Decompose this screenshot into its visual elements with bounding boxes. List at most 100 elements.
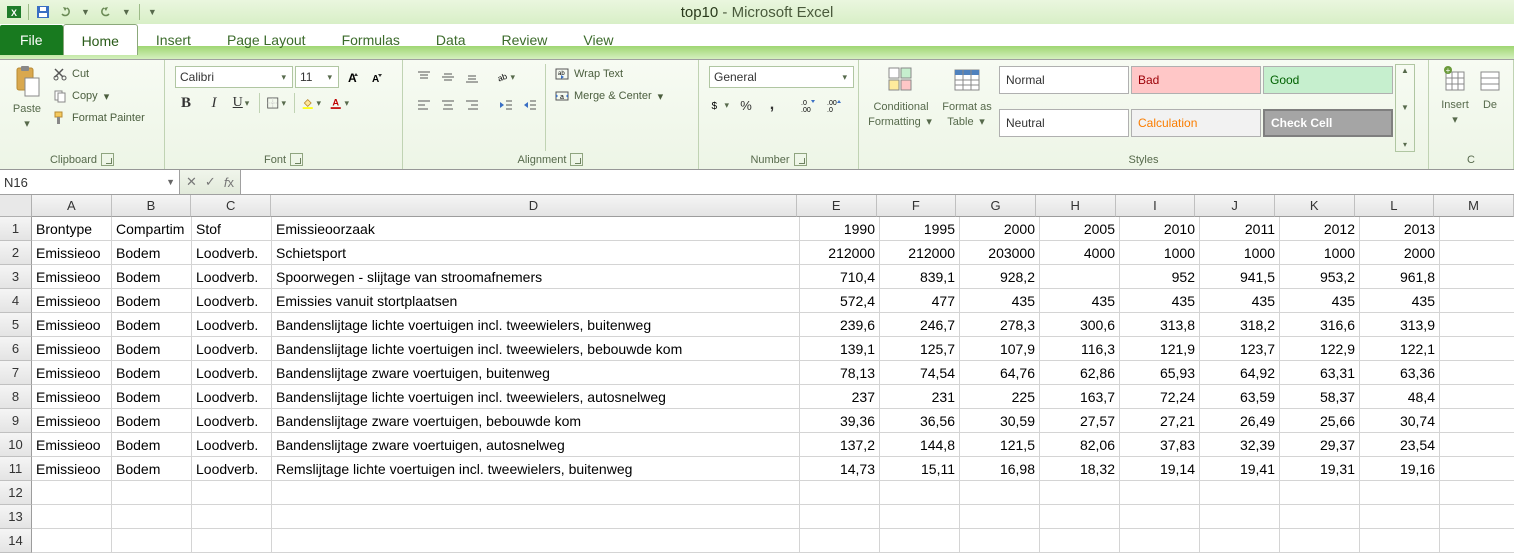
row-header[interactable]: 5	[0, 313, 32, 337]
align-left-icon[interactable]	[413, 94, 435, 116]
tab-review[interactable]: Review	[484, 24, 566, 55]
cell[interactable]	[880, 505, 960, 529]
shrink-font-icon[interactable]: A	[365, 66, 387, 88]
cell[interactable]: 435	[1120, 289, 1200, 313]
style-check-cell[interactable]: Check Cell	[1263, 109, 1393, 137]
cell[interactable]: 23,54	[1360, 433, 1440, 457]
cell[interactable]: Stof	[192, 217, 272, 241]
cell[interactable]	[800, 529, 880, 553]
underline-button[interactable]: U▾	[231, 92, 253, 114]
cell[interactable]	[960, 481, 1040, 505]
column-header[interactable]: M	[1434, 195, 1514, 217]
column-header[interactable]: C	[191, 195, 271, 217]
cell[interactable]: 65,93	[1120, 361, 1200, 385]
cell[interactable]: 572,4	[800, 289, 880, 313]
cell[interactable]	[1440, 241, 1514, 265]
cell[interactable]: Bandenslijtage zware voertuigen, bebouwd…	[272, 409, 800, 433]
cell[interactable]: 952	[1120, 265, 1200, 289]
cell[interactable]	[272, 481, 800, 505]
tab-page-layout[interactable]: Page Layout	[209, 24, 324, 55]
align-center-icon[interactable]	[437, 94, 459, 116]
column-header[interactable]: H	[1036, 195, 1116, 217]
cell[interactable]: Bandenslijtage lichte voertuigen incl. t…	[272, 385, 800, 409]
row-header[interactable]: 7	[0, 361, 32, 385]
cell[interactable]: 246,7	[880, 313, 960, 337]
row-header[interactable]: 1	[0, 217, 32, 241]
cell[interactable]	[1040, 265, 1120, 289]
cell[interactable]: 928,2	[960, 265, 1040, 289]
cell[interactable]	[800, 481, 880, 505]
cell[interactable]	[1440, 433, 1514, 457]
cell[interactable]: 63,36	[1360, 361, 1440, 385]
cell[interactable]	[192, 481, 272, 505]
cell[interactable]	[1360, 529, 1440, 553]
cell[interactable]	[1440, 265, 1514, 289]
cell[interactable]	[1440, 313, 1514, 337]
cell[interactable]: Bodem	[112, 361, 192, 385]
cell[interactable]: Schietsport	[272, 241, 800, 265]
cell[interactable]	[112, 529, 192, 553]
cell[interactable]: 2012	[1280, 217, 1360, 241]
cell[interactable]: 300,6	[1040, 313, 1120, 337]
cell[interactable]: Bodem	[112, 241, 192, 265]
cell[interactable]: 313,8	[1120, 313, 1200, 337]
cell[interactable]: 2010	[1120, 217, 1200, 241]
cell[interactable]: 122,9	[1280, 337, 1360, 361]
cell[interactable]: Bandenslijtage lichte voertuigen incl. t…	[272, 313, 800, 337]
row-header[interactable]: 13	[0, 505, 32, 529]
cell[interactable]: 107,9	[960, 337, 1040, 361]
cell[interactable]: Bandenslijtage zware voertuigen, autosne…	[272, 433, 800, 457]
cell[interactable]	[32, 481, 112, 505]
cell[interactable]: 122,1	[1360, 337, 1440, 361]
font-name-select[interactable]: Calibri▾	[175, 66, 293, 88]
column-header[interactable]: B	[112, 195, 192, 217]
cell[interactable]: Emissieoo	[32, 385, 112, 409]
cell[interactable]: Loodverb.	[192, 289, 272, 313]
cell[interactable]	[1040, 505, 1120, 529]
cell[interactable]: 19,41	[1200, 457, 1280, 481]
cell[interactable]: 39,36	[800, 409, 880, 433]
cell[interactable]	[192, 505, 272, 529]
cell[interactable]: Loodverb.	[192, 385, 272, 409]
cell-styles-gallery[interactable]: Normal Bad Good Neutral Calculation Chec…	[997, 64, 1395, 152]
cell[interactable]	[1360, 505, 1440, 529]
cell[interactable]	[1120, 505, 1200, 529]
cell[interactable]	[1360, 481, 1440, 505]
cell[interactable]	[880, 481, 960, 505]
cell[interactable]: 435	[1280, 289, 1360, 313]
cell[interactable]: 313,9	[1360, 313, 1440, 337]
cell[interactable]	[1200, 529, 1280, 553]
cell[interactable]	[1440, 529, 1514, 553]
bold-button[interactable]: B	[175, 92, 197, 114]
save-icon[interactable]	[35, 4, 51, 20]
cell[interactable]	[1440, 289, 1514, 313]
percent-icon[interactable]: %	[735, 94, 757, 116]
select-all-corner[interactable]	[0, 195, 32, 217]
cell[interactable]: 2013	[1360, 217, 1440, 241]
cell[interactable]: Loodverb.	[192, 433, 272, 457]
cell[interactable]: 1995	[880, 217, 960, 241]
cell[interactable]: Bodem	[112, 433, 192, 457]
cell[interactable]	[32, 529, 112, 553]
qat-customize-icon[interactable]: ▼	[146, 7, 159, 17]
cancel-formula-icon[interactable]: ✕	[186, 174, 197, 190]
cell[interactable]	[1440, 337, 1514, 361]
alignment-dialog-icon[interactable]	[570, 153, 583, 166]
cell[interactable]	[1440, 409, 1514, 433]
row-header[interactable]: 14	[0, 529, 32, 553]
cell[interactable]: 64,92	[1200, 361, 1280, 385]
conditional-formatting-button[interactable]: Conditional Formatting ▾	[865, 64, 937, 152]
cell[interactable]	[800, 505, 880, 529]
cell[interactable]: Emissieoorzaak	[272, 217, 800, 241]
cell[interactable]	[112, 481, 192, 505]
grow-font-icon[interactable]: A	[341, 66, 363, 88]
insert-cells-button[interactable]: + Insert▾	[1435, 64, 1475, 152]
cell[interactable]: 212000	[880, 241, 960, 265]
cell[interactable]: Loodverb.	[192, 265, 272, 289]
cell[interactable]: 435	[960, 289, 1040, 313]
cell[interactable]: Brontype	[32, 217, 112, 241]
tab-insert[interactable]: Insert	[138, 24, 209, 55]
cut-button[interactable]: Cut	[52, 66, 145, 82]
accounting-format-icon[interactable]: $▾	[709, 94, 731, 116]
cell[interactable]: 137,2	[800, 433, 880, 457]
